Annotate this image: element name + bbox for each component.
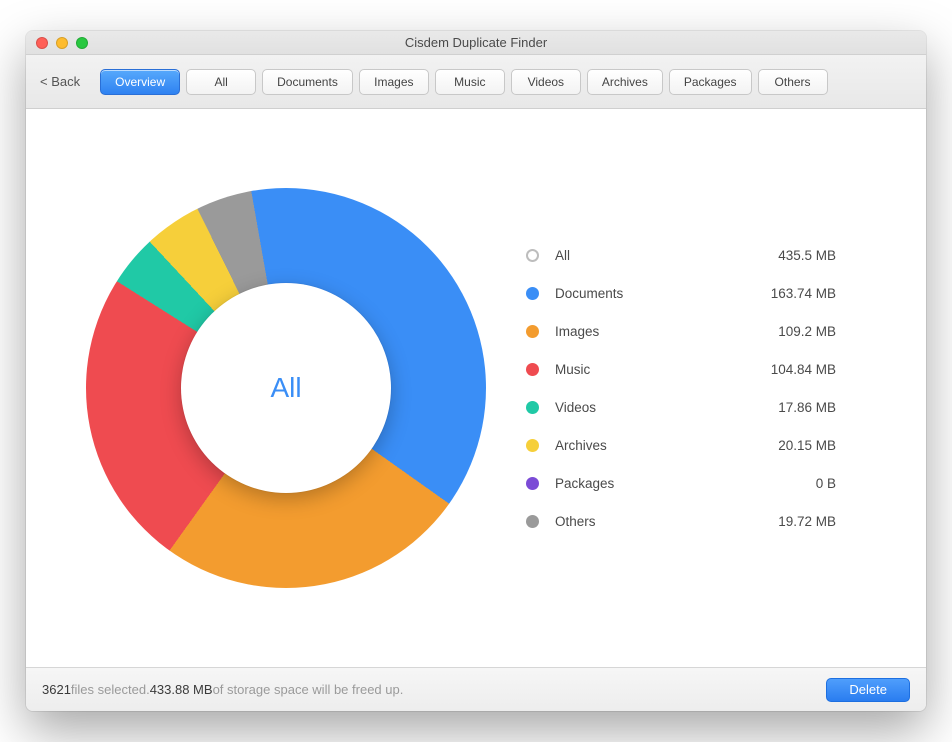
zoom-icon[interactable] [76,37,88,49]
legend-value: 0 B [746,476,836,491]
legend-label: Others [555,514,746,529]
legend-label: Documents [555,286,746,301]
titlebar: Cisdem Duplicate Finder [26,31,926,55]
legend-label: Images [555,324,746,339]
legend-swatch-icon [526,477,539,490]
tab-overview[interactable]: Overview [100,69,180,95]
legend-value: 104.84 MB [746,362,836,377]
content-area: All All435.5 MBDocuments163.74 MBImages1… [26,109,926,667]
legend-swatch-icon [526,325,539,338]
legend-label: Packages [555,476,746,491]
tab-others[interactable]: Others [758,69,828,95]
tab-videos[interactable]: Videos [511,69,581,95]
legend-value: 109.2 MB [746,324,836,339]
legend: All435.5 MBDocuments163.74 MBImages109.2… [526,236,836,540]
legend-swatch-icon [526,439,539,452]
legend-row-images[interactable]: Images109.2 MB [526,312,836,350]
donut-center-label: All [181,283,391,493]
tab-music[interactable]: Music [435,69,505,95]
legend-label: Archives [555,438,746,453]
legend-row-packages[interactable]: Packages0 B [526,464,836,502]
tab-documents[interactable]: Documents [262,69,353,95]
legend-swatch-icon [526,249,539,262]
category-tabs: OverviewAllDocumentsImagesMusicVideosArc… [100,69,827,95]
app-window: Cisdem Duplicate Finder < Back OverviewA… [26,31,926,711]
tab-packages[interactable]: Packages [669,69,752,95]
legend-row-others[interactable]: Others19.72 MB [526,502,836,540]
legend-row-documents[interactable]: Documents163.74 MB [526,274,836,312]
legend-value: 435.5 MB [746,248,836,263]
legend-value: 163.74 MB [746,286,836,301]
footer-size: 433.88 MB [150,682,213,697]
legend-swatch-icon [526,287,539,300]
legend-row-videos[interactable]: Videos17.86 MB [526,388,836,426]
legend-label: All [555,248,746,263]
legend-label: Videos [555,400,746,415]
toolbar: < Back OverviewAllDocumentsImagesMusicVi… [26,55,926,109]
legend-value: 20.15 MB [746,438,836,453]
tab-archives[interactable]: Archives [587,69,663,95]
tab-all[interactable]: All [186,69,256,95]
legend-row-all[interactable]: All435.5 MB [526,236,836,274]
footer-text-2: of storage space will be freed up. [213,682,404,697]
legend-row-music[interactable]: Music104.84 MB [526,350,836,388]
close-icon[interactable] [36,37,48,49]
back-button[interactable]: < Back [40,74,80,89]
donut-chart: All [86,188,486,588]
legend-swatch-icon [526,401,539,414]
footer-text-1: files selected. [71,682,150,697]
legend-swatch-icon [526,363,539,376]
footer-count: 3621 [42,682,71,697]
legend-label: Music [555,362,746,377]
footer: 3621 files selected. 433.88 MB of storag… [26,667,926,711]
legend-swatch-icon [526,515,539,528]
window-controls [26,37,88,49]
minimize-icon[interactable] [56,37,68,49]
legend-row-archives[interactable]: Archives20.15 MB [526,426,836,464]
delete-button[interactable]: Delete [826,678,910,702]
legend-value: 17.86 MB [746,400,836,415]
legend-value: 19.72 MB [746,514,836,529]
window-title: Cisdem Duplicate Finder [26,35,926,50]
tab-images[interactable]: Images [359,69,429,95]
